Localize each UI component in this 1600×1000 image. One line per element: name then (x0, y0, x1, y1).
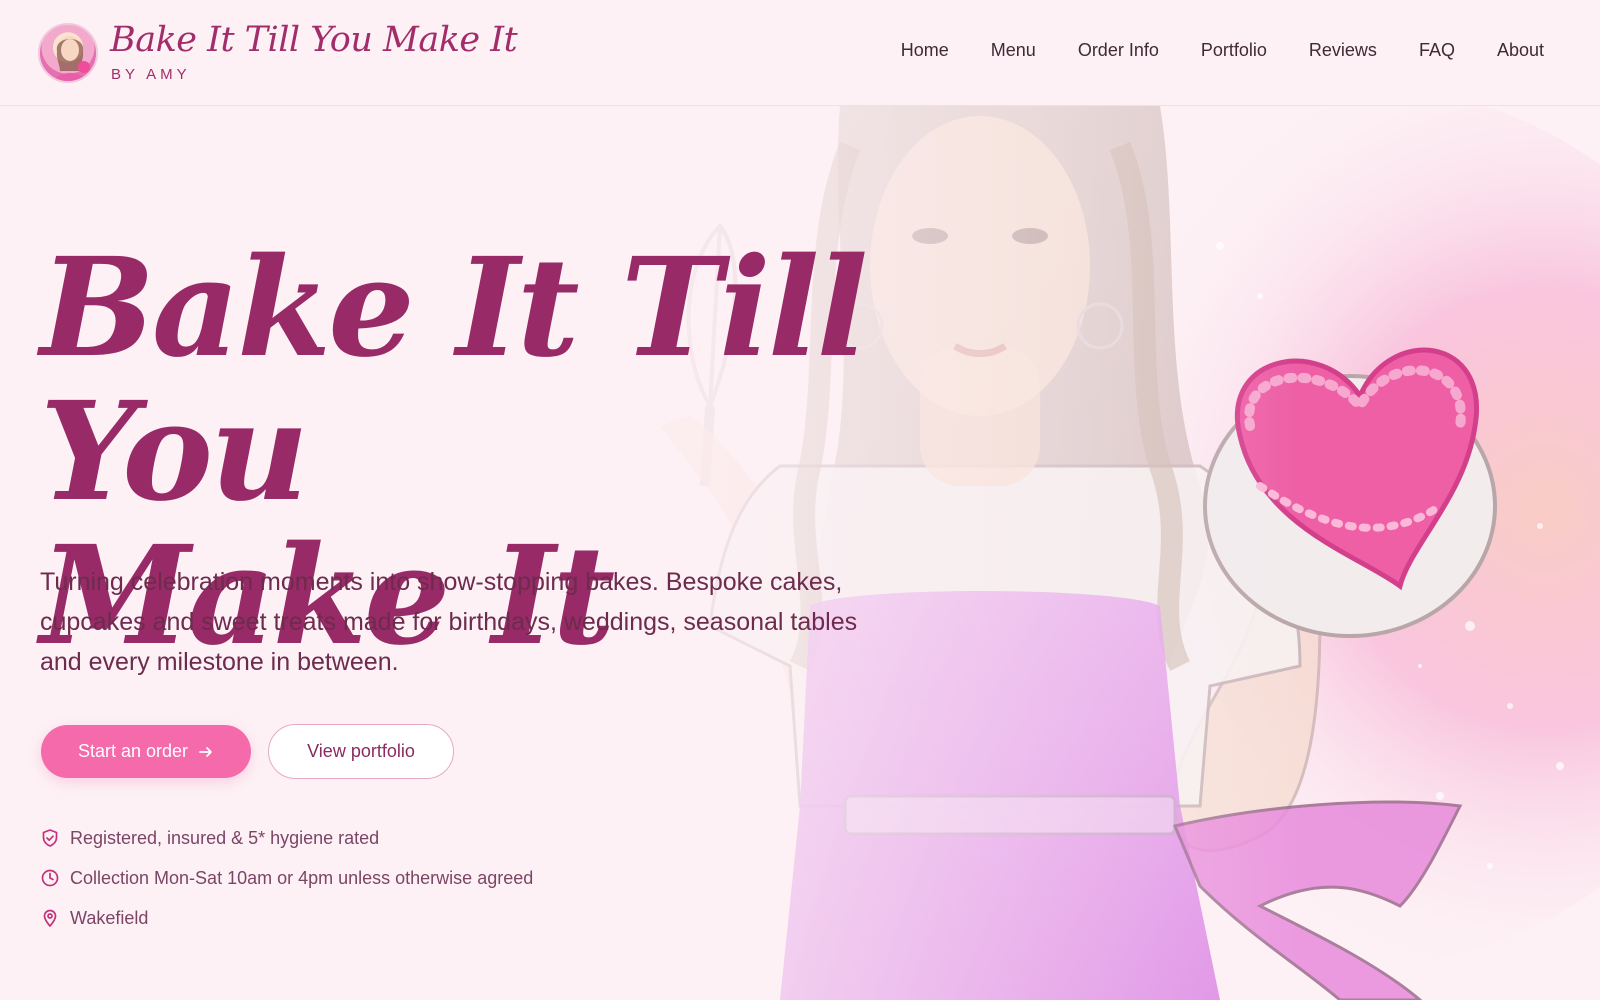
logo-subtitle: BY AMY (111, 66, 191, 83)
hero-description: Turning celebration moments into show-st… (40, 568, 858, 676)
nav-order-info[interactable]: Order Info (1078, 40, 1159, 61)
feature-item-location: Wakefield (40, 898, 533, 938)
nav-portfolio[interactable]: Portfolio (1201, 40, 1267, 61)
start-order-button[interactable]: Start an order (41, 725, 251, 778)
main-nav: Home Menu Order Info Portfolio Reviews F… (859, 40, 1544, 61)
nav-faq[interactable]: FAQ (1419, 40, 1455, 61)
view-portfolio-label: View portfolio (307, 741, 415, 761)
site-header: Bake It Till You Make It BY AMY Home Men… (0, 0, 1600, 106)
feature-item-hygiene: Registered, insured & 5* hygiene rated (40, 818, 533, 858)
feature-text: Registered, insured & 5* hygiene rated (70, 827, 380, 848)
nav-reviews[interactable]: Reviews (1309, 40, 1377, 61)
feature-text: Collection Mon-Sat 10am or 4pm unless ot… (70, 867, 534, 888)
start-order-label: Start an order (77, 741, 189, 761)
shield-check-icon (42, 829, 58, 847)
nav-menu[interactable]: Menu (991, 40, 1036, 61)
hero-title-line-1: Bake It Till You (40, 228, 868, 532)
clock-icon (41, 869, 59, 887)
view-portfolio-button[interactable]: View portfolio (268, 724, 454, 779)
arrow-right-icon (199, 746, 212, 757)
feature-item-collection: Collection Mon-Sat 10am or 4pm unless ot… (40, 858, 533, 898)
logo-title[interactable]: Bake It Till You Make It (110, 20, 518, 60)
logo-avatar[interactable] (38, 23, 98, 83)
map-pin-icon (43, 909, 57, 927)
feature-list: Registered, insured & 5* hygiene rated C… (40, 818, 533, 938)
nav-about[interactable]: About (1497, 40, 1544, 61)
nav-home[interactable]: Home (901, 40, 949, 61)
baker-avatar-icon (53, 36, 90, 81)
feature-text: Wakefield (70, 907, 149, 928)
page: Bake It Till You Make It BY AMY Home Men… (0, 0, 1600, 1000)
